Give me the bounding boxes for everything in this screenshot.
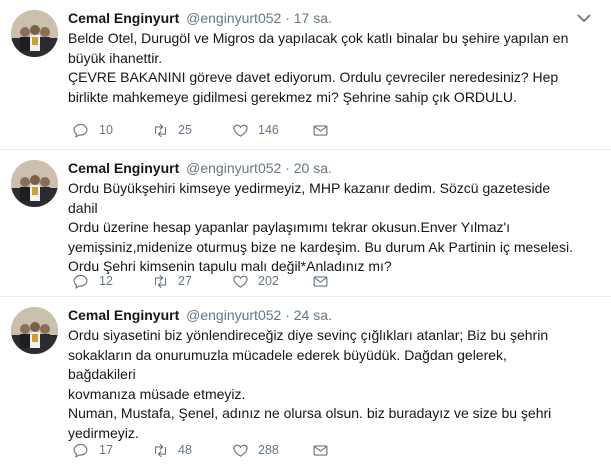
like-button[interactable]: 288 xyxy=(232,442,312,459)
envelope-icon xyxy=(313,124,328,136)
tweet-3[interactable]: Cemal Enginyurt @enginyurt052 · 24 sa. O… xyxy=(0,297,611,467)
like-count: 288 xyxy=(258,443,279,457)
heart-icon xyxy=(233,275,248,288)
author-handle[interactable]: @enginyurt052 xyxy=(186,160,281,176)
timestamp[interactable]: 17 sa. xyxy=(294,10,332,26)
tweet-text: Ordu Büyükşehiri kimseye yedirmeyiz, MHP… xyxy=(68,179,578,277)
envelope-icon xyxy=(313,275,328,287)
avatar[interactable] xyxy=(11,160,58,207)
tweet-actions: 10 25 146 xyxy=(72,121,392,139)
tweet-text: Ordu siyasetini biz yönlendireceğiz diye… xyxy=(68,326,578,443)
tweet-text-content: Ordu siyasetini biz yönlendireceğiz diye… xyxy=(68,327,552,441)
reply-icon xyxy=(73,123,88,138)
author-handle[interactable]: @enginyurt052 xyxy=(186,307,281,323)
timestamp[interactable]: 24 sa. xyxy=(294,307,332,323)
author-name[interactable]: Cemal Enginyurt xyxy=(68,160,179,176)
tweet-feed: Cemal Enginyurt @enginyurt052 · 17 sa. B… xyxy=(0,0,611,467)
dm-button[interactable] xyxy=(312,273,392,290)
retweet-button[interactable]: 27 xyxy=(152,273,232,290)
retweet-count: 27 xyxy=(178,274,192,288)
reply-button[interactable]: 17 xyxy=(72,442,152,459)
tweet-actions: 12 27 202 xyxy=(72,272,392,290)
like-count: 202 xyxy=(258,274,279,288)
tweet-text-content: Belde Otel, Durugöl ve Migros da yapılac… xyxy=(68,30,569,105)
separator-dot: · xyxy=(285,307,290,323)
avatar[interactable] xyxy=(11,10,58,57)
heart-icon xyxy=(233,124,248,137)
separator-dot: · xyxy=(285,160,290,176)
dm-button[interactable] xyxy=(312,122,392,139)
retweet-icon xyxy=(154,443,167,457)
tweet-header: Cemal Enginyurt @enginyurt052 · 24 sa. xyxy=(68,306,332,324)
reply-icon xyxy=(73,274,88,289)
retweet-count: 48 xyxy=(178,443,192,457)
envelope-icon xyxy=(313,444,328,456)
author-name[interactable]: Cemal Enginyurt xyxy=(68,307,179,323)
tweet-1[interactable]: Cemal Enginyurt @enginyurt052 · 17 sa. B… xyxy=(0,0,611,150)
reply-count: 12 xyxy=(99,274,113,288)
retweet-button[interactable]: 25 xyxy=(152,122,232,139)
like-button[interactable]: 146 xyxy=(232,122,312,139)
tweet-2[interactable]: Cemal Enginyurt @enginyurt052 · 20 sa. O… xyxy=(0,150,611,297)
retweet-icon xyxy=(154,123,167,137)
heart-icon xyxy=(233,444,248,457)
retweet-count: 25 xyxy=(178,123,192,137)
chevron-down-icon[interactable] xyxy=(577,13,591,23)
tweet-actions: 17 48 288 xyxy=(72,441,392,459)
dm-button[interactable] xyxy=(312,442,392,459)
like-button[interactable]: 202 xyxy=(232,273,312,290)
reply-icon xyxy=(73,443,88,458)
timestamp[interactable]: 20 sa. xyxy=(294,160,332,176)
author-handle[interactable]: @enginyurt052 xyxy=(186,10,281,26)
tweet-text-content: Ordu Büyükşehiri kimseye yedirmeyiz, MHP… xyxy=(68,180,573,274)
separator-dot: · xyxy=(285,10,290,26)
reply-button[interactable]: 10 xyxy=(72,122,152,139)
retweet-icon xyxy=(154,274,167,288)
tweet-header: Cemal Enginyurt @enginyurt052 · 17 sa. xyxy=(68,9,332,27)
avatar[interactable] xyxy=(11,307,58,354)
retweet-button[interactable]: 48 xyxy=(152,442,232,459)
tweet-text: Belde Otel, Durugöl ve Migros da yapılac… xyxy=(68,29,578,107)
like-count: 146 xyxy=(258,123,279,137)
reply-count: 10 xyxy=(99,123,113,137)
author-name[interactable]: Cemal Enginyurt xyxy=(68,10,179,26)
reply-button[interactable]: 12 xyxy=(72,273,152,290)
reply-count: 17 xyxy=(99,443,113,457)
tweet-header: Cemal Enginyurt @enginyurt052 · 20 sa. xyxy=(68,159,332,177)
